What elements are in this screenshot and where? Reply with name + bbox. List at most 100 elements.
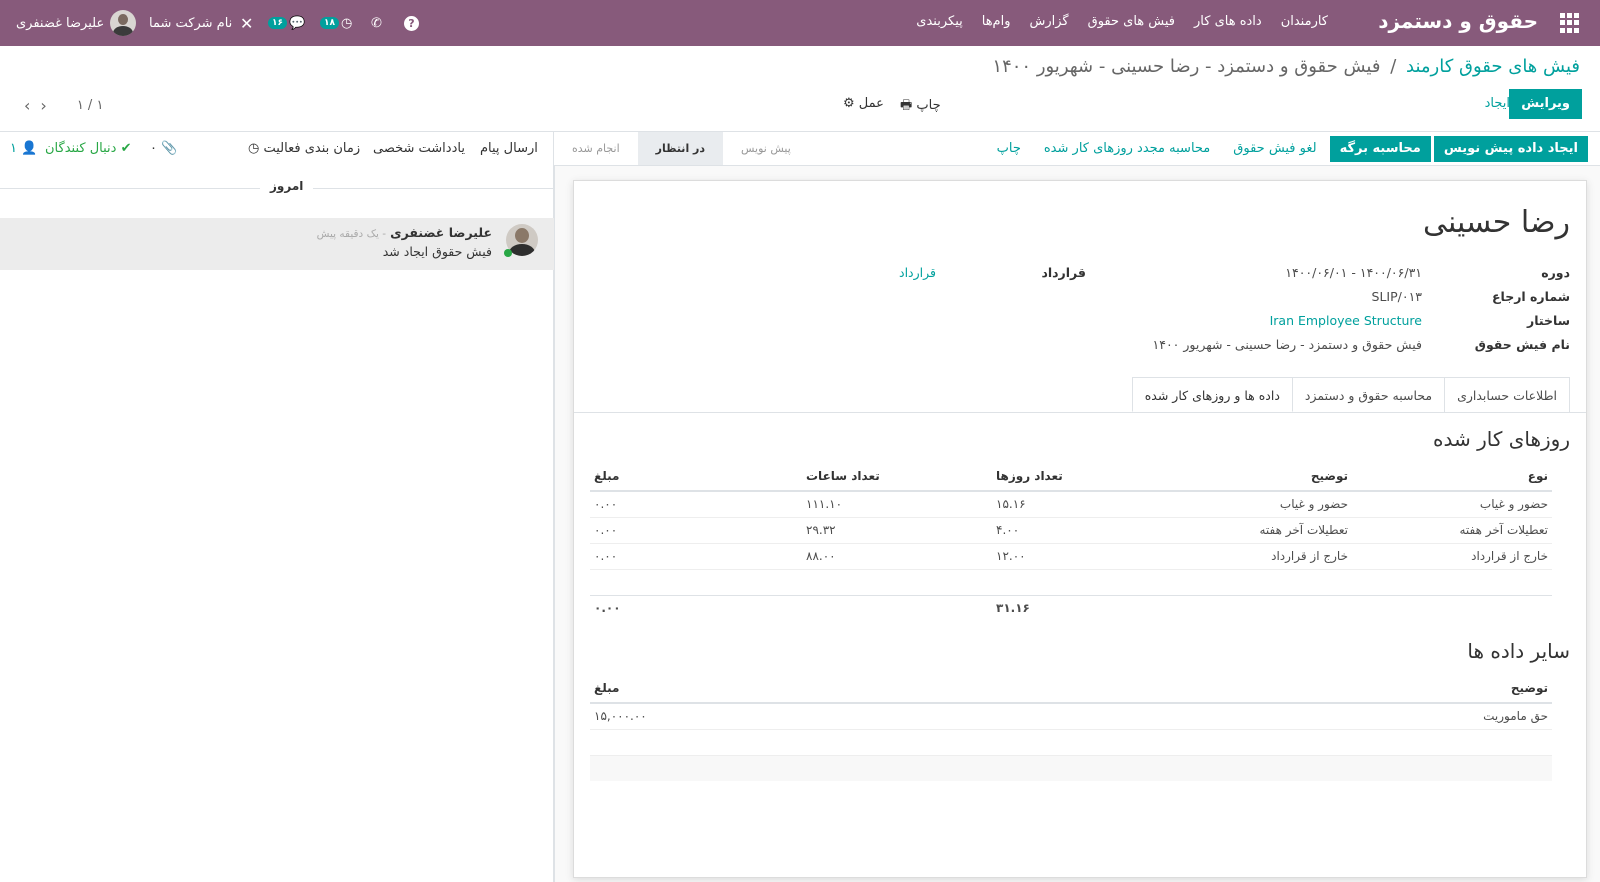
breadcrumb-current: فیش حقوق و دستمزد - رضا حسینی - شهریور ۱… — [992, 56, 1381, 77]
recompute-worked-days-button[interactable]: محاسبه مجدد روزهای کار شده — [1034, 136, 1220, 162]
col-description[interactable]: توضیح — [1122, 673, 1552, 704]
table-row[interactable]: خارج از قرارداد خارج از قرارداد ۱۲.۰۰ ۸۸… — [590, 542, 1552, 569]
menu-loans[interactable]: وام‌ها — [982, 14, 1011, 29]
app-brand[interactable]: حقوق و دستمزد — [1378, 9, 1538, 33]
print-label: چاپ — [916, 98, 941, 113]
breadcrumb-parent[interactable]: فیش های حقوق کارمند — [1406, 56, 1580, 77]
chatter-message[interactable]: علیرضا غضنفری - یک دقیقه پیش فیش حقوق ای… — [0, 218, 554, 270]
apps-menu-icon[interactable] — [1560, 13, 1580, 33]
col-description[interactable]: توضیح — [1142, 461, 1352, 492]
follow-label: دنبال کنندگان — [45, 141, 117, 156]
header-buttons: ایجاد داده پیش نویس محاسبه برگه لغو فیش … — [987, 135, 1588, 163]
company-switcher[interactable]: نام شرکت شما — [149, 9, 232, 37]
pager-prev-icon[interactable]: ‹ — [24, 96, 30, 115]
cell-amount: ۰.۰۰ — [590, 542, 802, 569]
print-button[interactable]: چاپ — [987, 136, 1031, 162]
log-note-button[interactable]: یادداشت شخصی — [373, 141, 465, 156]
follow-button[interactable]: دنبال کنندگان ✔ — [45, 141, 131, 156]
edit-button[interactable]: ویرایش — [1509, 89, 1582, 119]
status-stages: پیش نویس در انتظار انجام شده — [554, 132, 809, 165]
breadcrumb-separator: / — [1390, 56, 1397, 77]
action-dropdown[interactable]: ⚙ عمل — [843, 96, 884, 111]
cell-description: خارج از قرارداد — [1142, 542, 1352, 569]
cell-description: حضور و غیاب — [1142, 490, 1352, 517]
contract-value[interactable]: قرارداد — [899, 265, 936, 280]
tab-salary-computation[interactable]: محاسبه حقوق و دستمزد — [1291, 377, 1446, 412]
user-name: علیرضا غضنفری — [16, 15, 105, 31]
pager-next-icon[interactable]: › — [40, 96, 46, 115]
message-header: علیرضا غضنفری - یک دقیقه پیش — [317, 225, 492, 241]
cell-hours: ۲۹.۳۲ — [802, 516, 992, 543]
worked-days-title: روزهای کار شده — [1433, 427, 1570, 451]
print-dropdown[interactable]: 🖶 چاپ — [900, 96, 941, 118]
user-menu[interactable]: علیرضا غضنفری — [16, 9, 137, 37]
gear-icon: ⚙ — [843, 96, 855, 111]
message-author[interactable]: علیرضا غضنفری — [390, 225, 492, 240]
col-hours[interactable]: تعداد ساعات — [802, 461, 992, 492]
paperclip-icon: 📎 — [161, 141, 178, 156]
tab-worked-days[interactable]: داده ها و روزهای کار شده — [1131, 377, 1293, 412]
attachments-button[interactable]: ۰ 📎 — [150, 141, 177, 156]
followers-button[interactable]: ۱ 👤 — [10, 141, 37, 156]
cell-type: حضور و غیاب — [1352, 490, 1552, 517]
cell-days: ۱۲.۰۰ — [992, 542, 1142, 569]
cell-amount: ۰.۰۰ — [590, 490, 802, 517]
cell-type: خارج از قرارداد — [1352, 542, 1552, 569]
stage-waiting[interactable]: در انتظار — [637, 132, 724, 165]
chatter-topbar: ارسال پیام یادداشت شخصی ◷ زمان بندی فعال… — [0, 132, 554, 166]
contract-label: قرارداد — [1041, 265, 1086, 280]
tabs-divider — [574, 412, 1586, 413]
send-message-button[interactable]: ارسال پیام — [480, 141, 538, 156]
pager: ‹ › ۱ / ۱ — [24, 96, 103, 115]
message-time: - یک دقیقه پیش — [316, 228, 387, 240]
phone-icon[interactable]: ✆ — [371, 9, 382, 37]
other-inputs-title: سایر داده ها — [1467, 639, 1570, 663]
debug-tools-icon[interactable]: ✕ — [240, 9, 253, 37]
cell-amount: ۱۵,۰۰۰.۰۰ — [590, 702, 1122, 729]
clock-icon: ◷ — [248, 141, 260, 156]
structure-value[interactable]: Iran Employee Structure — [1270, 313, 1422, 328]
create-draft-entry-button[interactable]: ایجاد داده پیش نویس — [1433, 136, 1588, 162]
activity-menu[interactable]: ۱۸ ◷ — [320, 9, 352, 37]
other-inputs-table: توضیح مبلغ حق ماموریت ۱۵,۰۰۰.۰۰ — [590, 673, 1552, 781]
online-status-icon — [504, 249, 512, 257]
col-amount[interactable]: مبلغ — [590, 673, 1122, 704]
cell-amount: ۰.۰۰ — [590, 516, 802, 543]
create-button[interactable]: ایجاد — [1485, 96, 1510, 111]
table-row[interactable]: تعطیلات آخر هفته تعطیلات آخر هفته ۴.۰۰ ۲… — [590, 516, 1552, 543]
menu-configuration[interactable]: پیکربندی — [916, 14, 962, 29]
pager-value[interactable]: ۱ / ۱ — [77, 98, 104, 113]
stage-draft[interactable]: پیش نویس — [723, 132, 809, 165]
reference-value[interactable]: SLIP/۰۱۳ — [1372, 289, 1422, 304]
cell-description: تعطیلات آخر هفته — [1142, 516, 1352, 543]
employee-title[interactable]: رضا حسینی — [1423, 205, 1570, 240]
schedule-activity-label: زمان بندی فعالیت — [263, 141, 361, 156]
totals-row: ۳۱.۱۶ ۰.۰۰ — [590, 594, 1552, 621]
table-row[interactable]: حضور و غیاب حضور و غیاب ۱۵.۱۶ ۱۱۱.۱۰ ۰.۰… — [590, 490, 1552, 517]
menu-employees[interactable]: کارمندان — [1281, 14, 1328, 29]
menu-reporting[interactable]: گزارش — [1030, 14, 1069, 29]
col-days[interactable]: تعداد روزها — [992, 461, 1142, 492]
cancel-payslip-button[interactable]: لغو فیش حقوق — [1223, 136, 1326, 162]
col-amount[interactable]: مبلغ — [590, 461, 802, 492]
help-icon[interactable]: ? — [404, 9, 419, 37]
print-icon: 🖶 — [900, 98, 913, 113]
message-count-badge: ۱۶ — [268, 17, 287, 29]
form-statusbar: ایجاد داده پیش نویس محاسبه برگه لغو فیش … — [554, 132, 1600, 166]
schedule-activity-button[interactable]: ◷ زمان بندی فعالیت — [248, 141, 360, 156]
notebook-tabs: داده ها و روزهای کار شده محاسبه حقوق و د… — [1131, 377, 1570, 412]
cell-type: تعطیلات آخر هفته — [1352, 516, 1552, 543]
menu-work-data[interactable]: داده های کار — [1194, 14, 1262, 29]
col-type[interactable]: نوع — [1352, 461, 1552, 492]
messaging-menu[interactable]: ۱۶ 💬 — [268, 9, 305, 37]
date-separator-label: امروز — [260, 179, 314, 193]
menu-payslips[interactable]: فیش های حقوق — [1088, 14, 1175, 29]
stage-done[interactable]: انجام شده — [554, 132, 638, 165]
empty-row — [590, 754, 1552, 781]
period-value[interactable]: ۱۴۰۰/۰۶/۰۱ - ۱۴۰۰/۰۶/۳۱ — [1285, 265, 1422, 280]
table-row[interactable]: حق ماموریت ۱۵,۰۰۰.۰۰ — [590, 702, 1552, 729]
payslip-name-value[interactable]: فیش حقوق و دستمزد - رضا حسینی - شهریور ۱… — [1153, 337, 1422, 352]
tab-accounting[interactable]: اطلاعات حسابداری — [1444, 377, 1570, 412]
compute-sheet-button[interactable]: محاسبه برگه — [1329, 136, 1431, 162]
message-body: فیش حقوق ایجاد شد — [382, 244, 492, 259]
